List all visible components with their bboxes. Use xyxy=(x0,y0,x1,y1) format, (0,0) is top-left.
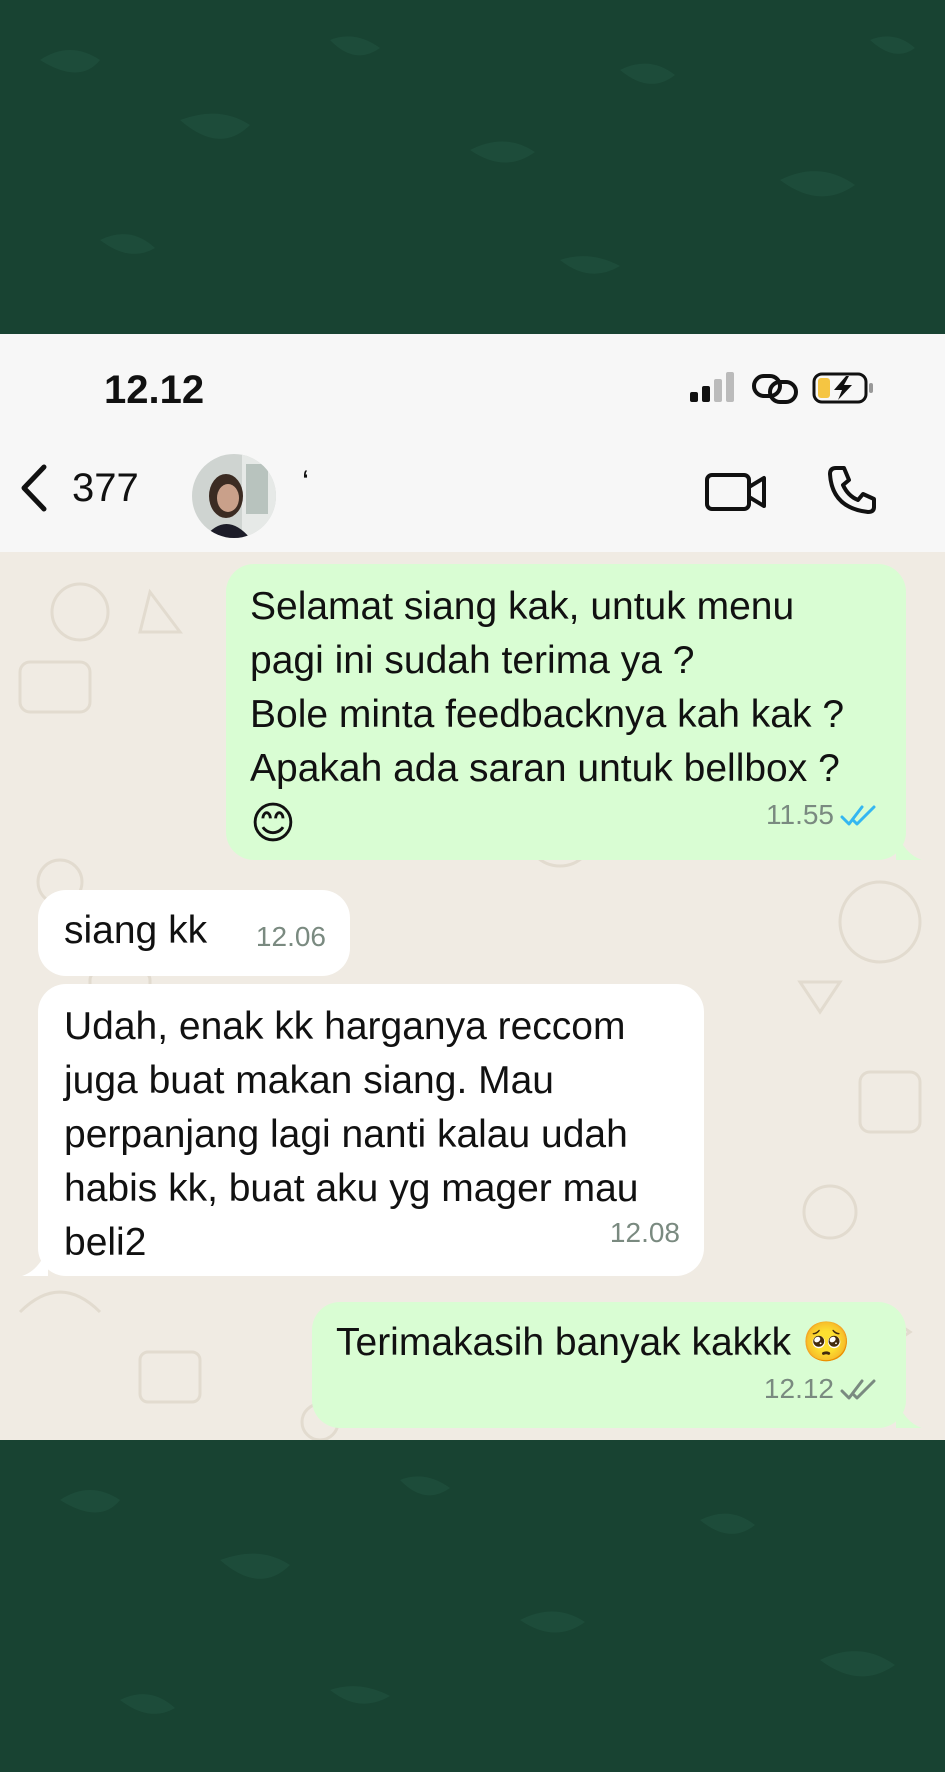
status-time: 12.12 xyxy=(104,368,205,412)
video-call-icon xyxy=(705,473,766,511)
back-chevron-icon xyxy=(21,464,47,512)
avatar[interactable] xyxy=(192,454,276,538)
message-meta: 12.08 xyxy=(610,1206,680,1260)
message-text: Selamat siang kak, untuk menu pagi ini s… xyxy=(250,585,845,790)
bubble-tail xyxy=(896,1398,922,1428)
delivered-receipt-icon xyxy=(840,1379,876,1400)
message-incoming[interactable]: siang kk 12.06 xyxy=(38,890,350,976)
message-incoming[interactable]: Udah, enak kk harganya reccom juga buat … xyxy=(38,984,704,1276)
bubble-tail xyxy=(22,1246,48,1276)
message-time: 11.55 xyxy=(766,799,834,830)
link-icon xyxy=(752,374,798,404)
video-call-button[interactable] xyxy=(704,470,768,519)
message-meta: 11.55 xyxy=(766,788,878,842)
battery-charging-icon xyxy=(812,372,873,404)
message-meta: 12.12 xyxy=(764,1362,878,1416)
back-button[interactable]: 377 xyxy=(16,458,139,518)
message-outgoing[interactable]: Selamat siang kak, untuk menu pagi ini s… xyxy=(226,564,906,860)
message-outgoing[interactable]: Terimakasih banyak kakkk 🥺 12.12 xyxy=(312,1302,906,1428)
contact-name[interactable]: ‘ xyxy=(302,464,309,501)
phone-call-icon xyxy=(828,466,876,514)
message-time: 12.06 xyxy=(255,921,326,952)
status-bar: 12.12 xyxy=(0,334,945,434)
message-text: Udah, enak kk harganya reccom juga buat … xyxy=(64,1005,639,1264)
read-receipt-icon xyxy=(840,805,876,826)
signal-icon xyxy=(690,372,734,402)
unread-count: 377 xyxy=(72,465,139,510)
status-icons xyxy=(686,370,886,415)
bubble-tail xyxy=(896,830,922,860)
phone-screen: 12.12 377 ‘ Selamat siang kak, untuk men… xyxy=(0,334,945,1440)
message-time: 12.08 xyxy=(609,1217,680,1248)
phone-call-button[interactable] xyxy=(826,464,878,521)
chat-header: 377 ‘ xyxy=(0,434,945,553)
message-time: 12.12 xyxy=(763,1373,834,1404)
chat-body: Selamat siang kak, untuk menu pagi ini s… xyxy=(0,552,945,1440)
message-meta: 12.06 xyxy=(256,910,326,964)
